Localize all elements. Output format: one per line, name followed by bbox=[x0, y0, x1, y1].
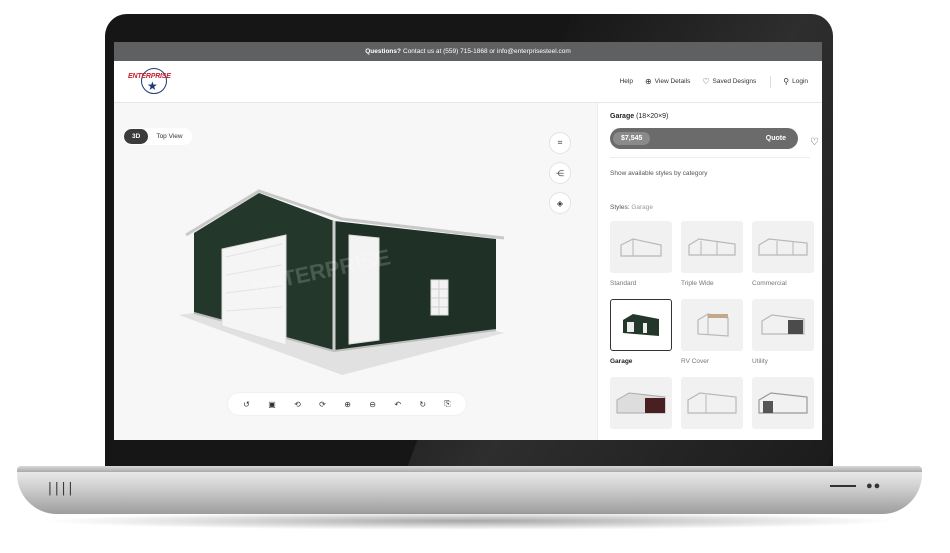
rv-cover-thumbnail bbox=[681, 299, 743, 351]
utility-thumbnail bbox=[752, 299, 814, 351]
style-7-thumbnail bbox=[610, 377, 672, 429]
laptop-mockup: Questions? Contact us at (559) 715-1868 … bbox=[0, 0, 950, 553]
styles-value: Garage bbox=[631, 204, 654, 211]
view-3d-button[interactable]: 3D bbox=[124, 129, 149, 144]
style-8-thumbnail bbox=[681, 377, 743, 429]
building-name: Garage bbox=[610, 113, 635, 120]
contact-text: Contact us at (559) 715-1868 or info@ent… bbox=[403, 48, 571, 55]
show-styles-link[interactable]: Show available styles by category bbox=[610, 170, 810, 177]
screenshot-icon[interactable]: ⌗ bbox=[549, 132, 571, 154]
nav-saved-designs[interactable]: ♡ Saved Designs bbox=[702, 77, 756, 86]
nav-divider bbox=[770, 75, 772, 88]
style-label: RV Cover bbox=[681, 358, 710, 365]
style-card-rv-cover[interactable]: RV Cover bbox=[681, 299, 743, 377]
image-icon[interactable]: ▣ bbox=[268, 400, 276, 409]
price-value: $7,545 bbox=[613, 132, 651, 145]
triple-wide-thumbnail bbox=[681, 221, 743, 273]
styles-prefix: Styles: bbox=[610, 204, 630, 211]
nav-help-label: Help bbox=[619, 78, 633, 85]
panel-divider bbox=[610, 157, 810, 158]
style-card-9[interactable] bbox=[752, 377, 814, 440]
style-card-7[interactable] bbox=[610, 377, 672, 440]
style-label: Standard bbox=[610, 280, 637, 287]
style-label bbox=[681, 436, 743, 440]
view-toggle: 3D Top View bbox=[123, 128, 192, 145]
heart-icon: ♡ bbox=[702, 77, 710, 86]
style-card-garage[interactable]: Garage bbox=[610, 299, 672, 377]
commercial-thumbnail bbox=[752, 221, 814, 273]
screen: Questions? Contact us at (559) 715-1868 … bbox=[114, 42, 822, 440]
contact-bar: Questions? Contact us at (559) 715-1868 … bbox=[114, 42, 822, 61]
3d-viewer[interactable]: 3D Top View ⌗ ⋲ ◈ ENTERPRISE ↺ ▣ ⟲ ⟳ ⊕ ⊖… bbox=[114, 103, 597, 440]
contact-lead: Questions? bbox=[365, 48, 401, 55]
nav-view-details[interactable]: ⊕ View Details bbox=[645, 77, 690, 86]
styles-label: Styles: Garage bbox=[610, 204, 810, 211]
zoom-in-icon[interactable]: ⊕ bbox=[344, 400, 351, 409]
nav-help[interactable]: Help bbox=[620, 78, 633, 85]
share-icon[interactable]: ⋲ bbox=[549, 162, 571, 184]
ar-icon[interactable]: ◈ bbox=[549, 192, 571, 214]
garage-model[interactable]: ENTERPRISE bbox=[174, 183, 504, 383]
header-nav: Help ⊕ View Details ♡ Saved Designs ⚲ Lo… bbox=[608, 75, 808, 88]
style-label bbox=[752, 436, 814, 440]
view-top-button[interactable]: Top View bbox=[148, 129, 190, 144]
viewer-toolbar: ↺ ▣ ⟲ ⟳ ⊕ ⊖ ↶ ↻ ⎘ bbox=[228, 393, 466, 415]
redo-icon[interactable]: ↻ bbox=[419, 400, 426, 409]
zoom-out-icon[interactable]: ⊖ bbox=[369, 400, 376, 409]
style-label: Utility bbox=[752, 358, 768, 365]
user-icon: ⚲ bbox=[783, 77, 790, 86]
building-title: Garage (18×20×9) bbox=[610, 113, 810, 120]
export-icon[interactable]: ⎘ bbox=[444, 399, 450, 409]
garage-thumbnail bbox=[610, 299, 672, 351]
style-label bbox=[610, 436, 672, 440]
save-heart-icon[interactable]: ♡ bbox=[810, 137, 819, 148]
nav-login-label: Login bbox=[792, 78, 808, 85]
rotate-left-icon[interactable]: ⟲ bbox=[294, 400, 301, 409]
style-card-commercial[interactable]: Commercial bbox=[752, 221, 814, 299]
zoom-plus-icon: ⊕ bbox=[644, 77, 652, 86]
site-header: ★ ENTERPRISE Help ⊕ View Details ♡ Saved… bbox=[114, 61, 822, 103]
rotate-right-icon[interactable]: ⟳ bbox=[319, 400, 326, 409]
style-label: Triple Wide bbox=[681, 280, 714, 287]
style-label: Garage bbox=[610, 358, 633, 365]
style-card-triple-wide[interactable]: Triple Wide bbox=[681, 221, 743, 299]
enterprise-logo[interactable]: ★ ENTERPRISE bbox=[128, 67, 180, 96]
style-card-8[interactable] bbox=[681, 377, 743, 440]
quote-button[interactable]: Quote bbox=[766, 135, 786, 142]
laptop-base bbox=[17, 472, 922, 514]
logo-text: ENTERPRISE bbox=[128, 72, 171, 80]
style-grid: Standard Triple Wide Commercial Garage R… bbox=[610, 221, 814, 440]
undo-icon[interactable]: ↶ bbox=[394, 400, 401, 409]
style-card-utility[interactable]: Utility bbox=[752, 299, 814, 377]
building-dims: (18×20×9) bbox=[636, 113, 669, 120]
nav-view-details-label: View Details bbox=[654, 78, 691, 85]
indicator-dots: ●● bbox=[866, 480, 882, 492]
indicator-line bbox=[830, 485, 856, 487]
nav-login[interactable]: ⚲ Login bbox=[783, 77, 808, 86]
config-panel: Garage (18×20×9) $7,545 Quote ♡ Show ava… bbox=[597, 103, 822, 440]
reset-icon[interactable]: ↺ bbox=[243, 400, 250, 409]
laptop-shadow bbox=[40, 512, 900, 530]
viewer-side-tools: ⌗ ⋲ ◈ bbox=[549, 132, 571, 214]
standard-thumbnail bbox=[610, 221, 672, 273]
style-9-thumbnail bbox=[752, 377, 814, 429]
style-label: Commercial bbox=[752, 280, 787, 287]
style-card-standard[interactable]: Standard bbox=[610, 221, 672, 299]
vent-icon: |||| bbox=[46, 481, 74, 496]
nav-saved-designs-label: Saved Designs bbox=[712, 78, 757, 85]
price-bar[interactable]: $7,545 Quote bbox=[610, 128, 798, 149]
